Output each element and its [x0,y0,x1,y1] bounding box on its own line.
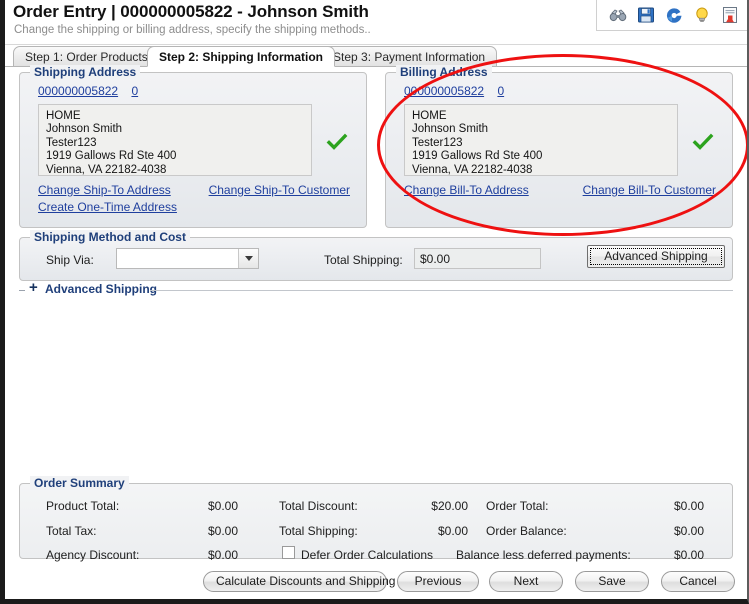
order-total-value: $0.00 [673,499,704,513]
total-discount-value: $20.00 [431,499,468,513]
page-title: Order Entry | 000000005822 - Johnson Smi… [13,2,369,21]
total-shipping-summary-label: Total Shipping: [279,524,358,538]
binoculars-icon[interactable] [609,6,627,24]
order-balance-label: Order Balance: [486,524,567,538]
shipping-method-group: Shipping Method and Cost Ship Via: Total… [19,230,733,281]
cancel-button[interactable]: Cancel [661,571,735,592]
ship-via-select[interactable] [116,248,259,269]
expander-rule [150,290,733,291]
order-total-label: Order Total: [486,499,549,513]
tab-step1-order-products[interactable]: Step 1: Order Products [13,46,160,67]
page-subtitle: Change the shipping or billing address, … [14,24,371,36]
advanced-shipping-expander-label[interactable]: Advanced Shipping [45,282,157,296]
create-one-time-address-link[interactable]: Create One-Time Address [38,200,177,214]
advanced-shipping-button[interactable]: Advanced Shipping [587,245,725,268]
product-total-value: $0.00 [207,499,238,513]
shipping-address-group: Shipping Address 000000005822 0 HOME Joh… [19,65,367,228]
tab-step3-payment-information[interactable]: Step 3: Payment Information [321,46,498,67]
chevron-down-icon[interactable] [238,249,258,268]
agency-discount-value: $0.00 [207,548,238,562]
order-entry-page: Order Entry | 000000005822 - Johnson Smi… [0,0,749,604]
footer-button-bar: Calculate Discounts and Shipping Previou… [5,567,747,599]
refresh-icon[interactable] [665,6,683,24]
lightbulb-icon[interactable] [693,6,711,24]
shipping-address-valid-green-check-icon [326,131,348,153]
shipping-address-links: 000000005822 0 [38,84,138,98]
report-icon[interactable] [721,6,739,24]
billing-address-group: Billing Address 000000005822 0 HOME John… [385,65,733,228]
shipping-address-text: HOME Johnson Smith Tester123 1919 Gallow… [38,104,312,176]
product-total-label: Product Total: [46,499,120,513]
total-shipping-summary-value: $0.00 [437,524,468,538]
billing-sequence-link[interactable]: 0 [497,84,504,98]
save-icon[interactable] [637,6,655,24]
total-shipping-value: $0.00 [414,248,541,269]
total-discount-label: Total Discount: [279,499,358,513]
defer-order-calculations-checkbox[interactable] [282,546,295,559]
total-tax-label: Total Tax: [46,524,97,538]
billing-address-title: Billing Address [396,65,492,79]
expand-toggle-icon[interactable]: + [29,279,38,297]
total-tax-value: $0.00 [207,524,238,538]
defer-order-calculations-label: Defer Order Calculations [301,548,434,562]
expander-dash [19,290,25,291]
wizard-tabs: Step 1: Order Products Step 2: Shipping … [5,44,747,67]
shipping-address-actions: Change Ship-To Address Change Ship-To Cu… [38,183,350,217]
change-bill-to-address-link[interactable]: Change Bill-To Address [404,183,529,197]
toolbar [596,0,747,31]
order-balance-value: $0.00 [673,524,704,538]
balance-less-deferred-value: $0.00 [673,548,704,562]
advanced-shipping-expander[interactable]: + Advanced Shipping [19,279,733,299]
tab-step2-shipping-information[interactable]: Step 2: Shipping Information [147,46,335,67]
balance-less-deferred-label: Balance less deferred payments: [456,548,631,562]
agency-discount-label: Agency Discount: [46,548,140,562]
ship-via-label: Ship Via: [46,253,94,267]
order-summary-group: Order Summary Product Total: $0.00 Total… [19,476,733,562]
page-header: Order Entry | 000000005822 - Johnson Smi… [5,0,747,45]
billing-address-links: 000000005822 0 [404,84,504,98]
shipping-account-link[interactable]: 000000005822 [38,84,118,98]
change-bill-to-customer-link[interactable]: Change Bill-To Customer [583,183,716,197]
save-button[interactable]: Save [575,571,649,592]
billing-address-valid-green-check-icon [692,131,714,153]
change-ship-to-address-link[interactable]: Change Ship-To Address [38,183,171,197]
shipping-sequence-link[interactable]: 0 [131,84,138,98]
billing-address-text: HOME Johnson Smith Tester123 1919 Gallow… [404,104,678,176]
calculate-discounts-and-shipping-button[interactable]: Calculate Discounts and Shipping [203,571,395,592]
billing-address-actions: Change Bill-To Address Change Bill-To Cu… [404,183,716,200]
next-button[interactable]: Next [489,571,563,592]
change-ship-to-customer-link[interactable]: Change Ship-To Customer [209,183,350,197]
order-summary-title: Order Summary [30,476,129,490]
shipping-address-title: Shipping Address [30,65,141,79]
previous-button[interactable]: Previous [397,571,479,592]
total-shipping-label: Total Shipping: [324,253,403,267]
shipping-method-title: Shipping Method and Cost [30,230,190,244]
billing-account-link[interactable]: 000000005822 [404,84,484,98]
